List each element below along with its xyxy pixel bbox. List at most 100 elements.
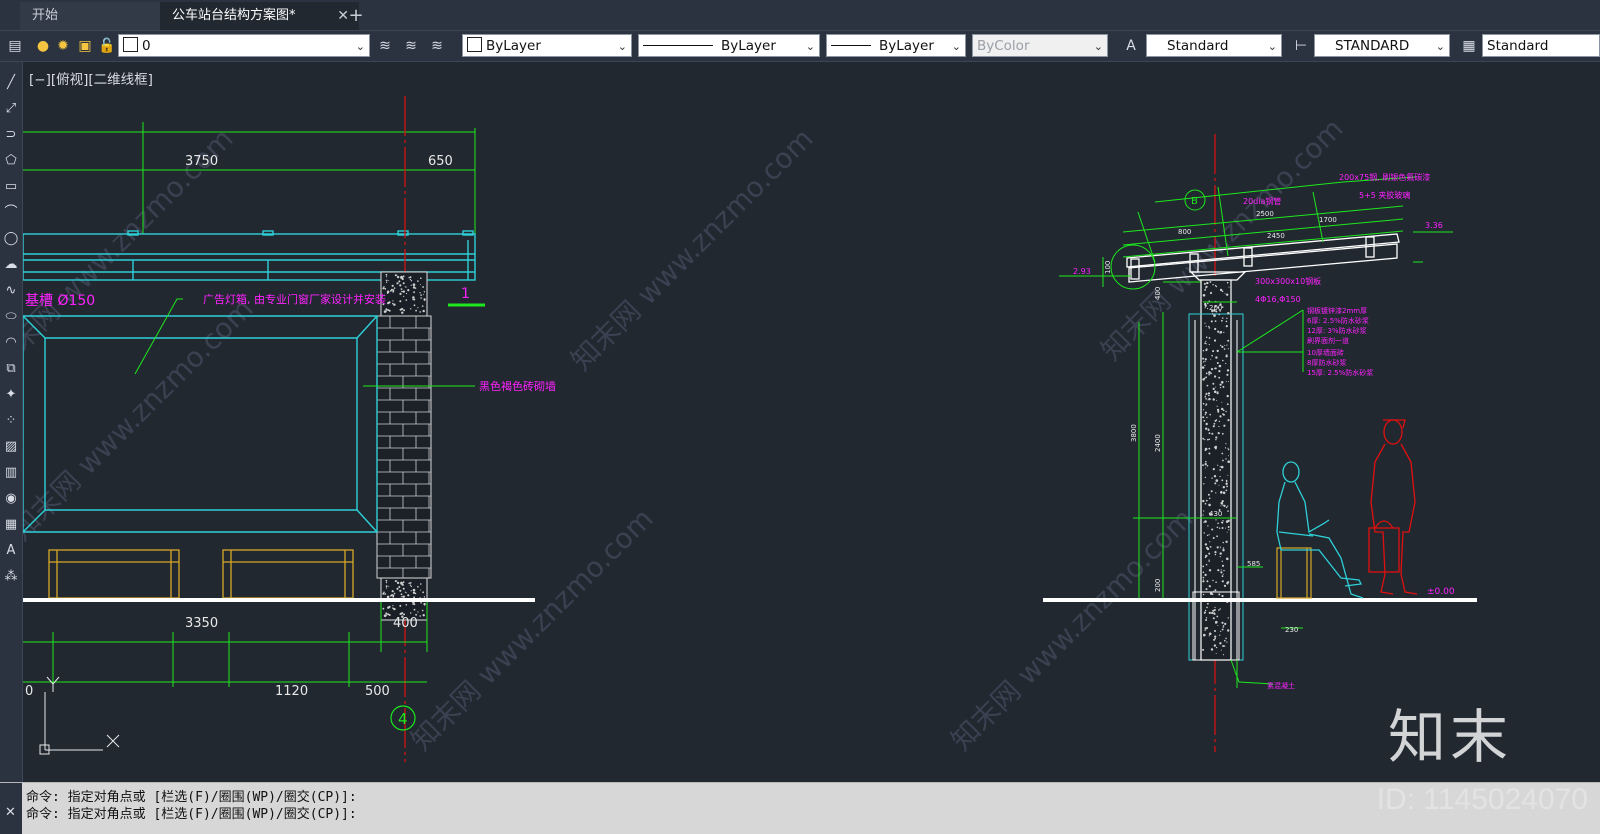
note-glass: 5+5 夹胶玻璃 — [1359, 190, 1410, 200]
linetype-preview — [643, 45, 713, 46]
multiline-text-icon[interactable]: A — [0, 540, 22, 562]
watermark-text: 知末网 www.znzmo.com — [565, 122, 820, 377]
chevron-down-icon: ⌄ — [1267, 40, 1277, 53]
linetype-select[interactable]: ByLayer ⌄ — [638, 34, 820, 57]
dim-0: 0 — [25, 684, 33, 699]
dim-430: 430 — [1209, 510, 1222, 518]
watermark-text: 知末网 www.znzmo.com — [23, 292, 260, 547]
line-icon[interactable]: ╱ — [0, 72, 22, 94]
layer-properties-icon[interactable]: ▤ — [4, 35, 26, 57]
dim-style-value: STANDARD — [1335, 38, 1410, 54]
brick-note: 黑色褐色砖砌墙 — [479, 379, 556, 393]
construction-line-icon[interactable]: ⤢ — [0, 98, 22, 120]
layer-note: 刷界面剂一道 — [1307, 336, 1349, 345]
watermark-logo: 知末 — [1388, 703, 1513, 771]
insert-block-icon[interactable]: ⧉ — [0, 358, 22, 380]
text-style-icon[interactable]: A — [1120, 35, 1142, 57]
dim-230: 230 — [1285, 626, 1298, 634]
dim-3750: 3750 — [185, 154, 218, 169]
right-section: B 200x75钢, 刷银色氟碳漆 5+5 夹胶玻璃 20dia钢管 2500 … — [1043, 134, 1477, 752]
color-swatch — [467, 37, 482, 52]
bulb-icon[interactable]: ● — [32, 35, 54, 57]
dim-500: 500 — [365, 684, 390, 699]
ad-note: 广告灯箱, 由专业门窗厂家设计并安装 — [203, 292, 386, 306]
layer-leaders — [1236, 309, 1304, 372]
polyline-icon[interactable]: ⊃ — [0, 124, 22, 146]
add-selected-icon[interactable]: ⁂ — [0, 566, 22, 588]
watermark-id: ID: 1145024070 — [1376, 783, 1588, 816]
ucs-icon — [39, 676, 120, 755]
chevron-down-icon: ⌄ — [355, 40, 365, 53]
chevron-down-icon: ⌄ — [951, 40, 961, 53]
lineweight-value: ByLayer — [879, 38, 934, 54]
watermark-text: 知末网 www.znzmo.com — [945, 502, 1200, 757]
gradient-icon[interactable]: ▥ — [0, 462, 22, 484]
properties-toolbar: ▤ ● ✹ ▣ 🔓 0 ⌄ ≋ ≋ ≋ ByLayer ⌄ ByLayer ⌄ … — [0, 31, 1600, 62]
layer-note: 6厚: 2.5%防水砂浆 — [1307, 316, 1369, 325]
table-style-icon[interactable]: ▦ — [1458, 35, 1480, 57]
make-block-icon[interactable]: ✦ — [0, 384, 22, 406]
chevron-down-icon: ⌄ — [805, 40, 815, 53]
document-tab-bar: 开始 公车站台结构方案图* ✕ + — [0, 0, 1600, 31]
lock-icon[interactable]: 🔓 — [96, 35, 118, 57]
polygon-icon[interactable]: ⬠ — [0, 150, 22, 172]
layer-match-icon[interactable]: ≋ — [374, 35, 396, 57]
freeze-icon[interactable]: ▣ — [74, 35, 96, 57]
arc-icon[interactable]: ⌒ — [0, 202, 22, 224]
section-mark-label: 1 — [461, 286, 470, 302]
text-style-select[interactable]: Standard ⌄ — [1146, 34, 1282, 57]
command-line[interactable]: ✕ 命令: 指定对角点或 [栏选(F)/圈围(WP)/圈交(CP)]: 命令: … — [0, 782, 1600, 834]
dim-200: 200 — [1209, 304, 1222, 312]
plotstyle-value: ByColor — [977, 38, 1030, 54]
dim-800: 800 — [1178, 228, 1191, 236]
table-style-select[interactable]: Standard — [1482, 34, 1600, 57]
layer-note: 15厚: 2.5%防水砂浆 — [1307, 368, 1373, 377]
draw-toolbar: ╱ ⤢ ⊃ ⬠ ▭ ⌒ ◯ ☁ ∿ ⬭ ◠ ⧉ ✦ ⁘ ▨ ▥ ◉ ▦ A ⁂ — [0, 62, 23, 782]
viewport-label[interactable]: [−][俯视][二维线框] — [29, 68, 153, 88]
elevation-top: 3.36 — [1425, 221, 1443, 230]
watermark-pattern: 知末网 www.znzmo.com 知末网 www.znzmo.com 知末网 … — [23, 112, 1350, 757]
circle-icon[interactable]: ◯ — [0, 228, 22, 250]
region-icon[interactable]: ◉ — [0, 488, 22, 510]
seat — [1276, 547, 1312, 599]
plotstyle-select: ByColor ⌄ — [972, 34, 1108, 57]
new-tab-button[interactable]: + — [342, 2, 370, 30]
tab-start-label: 开始 — [32, 8, 59, 23]
table-icon[interactable]: ▦ — [0, 514, 22, 536]
note-base: 素混凝土 — [1267, 681, 1295, 690]
layer-value: 0 — [142, 38, 151, 54]
lineweight-select[interactable]: ByLayer ⌄ — [826, 34, 966, 57]
close-icon[interactable]: ✕ — [5, 805, 16, 820]
watermark-text: 知末网 www.znzmo.com — [405, 502, 660, 757]
ellipse-icon[interactable]: ⬭ — [0, 306, 22, 328]
hatch-icon[interactable]: ▨ — [0, 436, 22, 458]
bottom-dimensions — [23, 602, 428, 687]
rectangle-icon[interactable]: ▭ — [0, 176, 22, 198]
drawing-canvas[interactable]: 知末网 www.znzmo.com 知末网 www.znzmo.com 知末网 … — [23, 62, 1600, 782]
revision-cloud-icon[interactable]: ☁ — [0, 254, 22, 276]
dim-400-right: 400 — [1154, 287, 1162, 300]
drawing-svg: 知末网 www.znzmo.com 知末网 www.znzmo.com 知末网 … — [23, 96, 1477, 762]
command-line-handle[interactable]: ✕ — [0, 783, 22, 834]
layer-state-icon[interactable]: ≋ — [426, 35, 448, 57]
point-icon[interactable]: ⁘ — [0, 410, 22, 432]
axis-bubble-label: 4 — [398, 710, 408, 728]
dim-2400: 2400 — [1154, 434, 1162, 452]
layer-select[interactable]: 0 ⌄ — [118, 34, 370, 57]
layer-previous-icon[interactable]: ≋ — [400, 35, 422, 57]
ellipse-arc-icon[interactable]: ◠ — [0, 332, 22, 354]
sun-icon[interactable]: ✹ — [52, 35, 74, 57]
note-plate: 300x300x10钢板 — [1255, 276, 1321, 286]
chevron-down-icon: ⌄ — [1435, 40, 1445, 53]
dim-650: 650 — [428, 154, 453, 169]
color-select[interactable]: ByLayer ⌄ — [462, 34, 632, 57]
dim-style-select[interactable]: STANDARD ⌄ — [1314, 34, 1450, 57]
linetype-value: ByLayer — [721, 38, 776, 54]
tab-start[interactable]: 开始 — [20, 2, 174, 30]
spline-icon[interactable]: ∿ — [0, 280, 22, 302]
dim-style-icon[interactable]: ⊢ — [1290, 35, 1312, 57]
layer-note: 钢板镀锌漆2mm厚 — [1307, 306, 1367, 315]
seated-person-figure — [1276, 461, 1364, 599]
tab-drawing[interactable]: 公车站台结构方案图* ✕ — [160, 2, 359, 30]
brick-column — [376, 271, 432, 621]
